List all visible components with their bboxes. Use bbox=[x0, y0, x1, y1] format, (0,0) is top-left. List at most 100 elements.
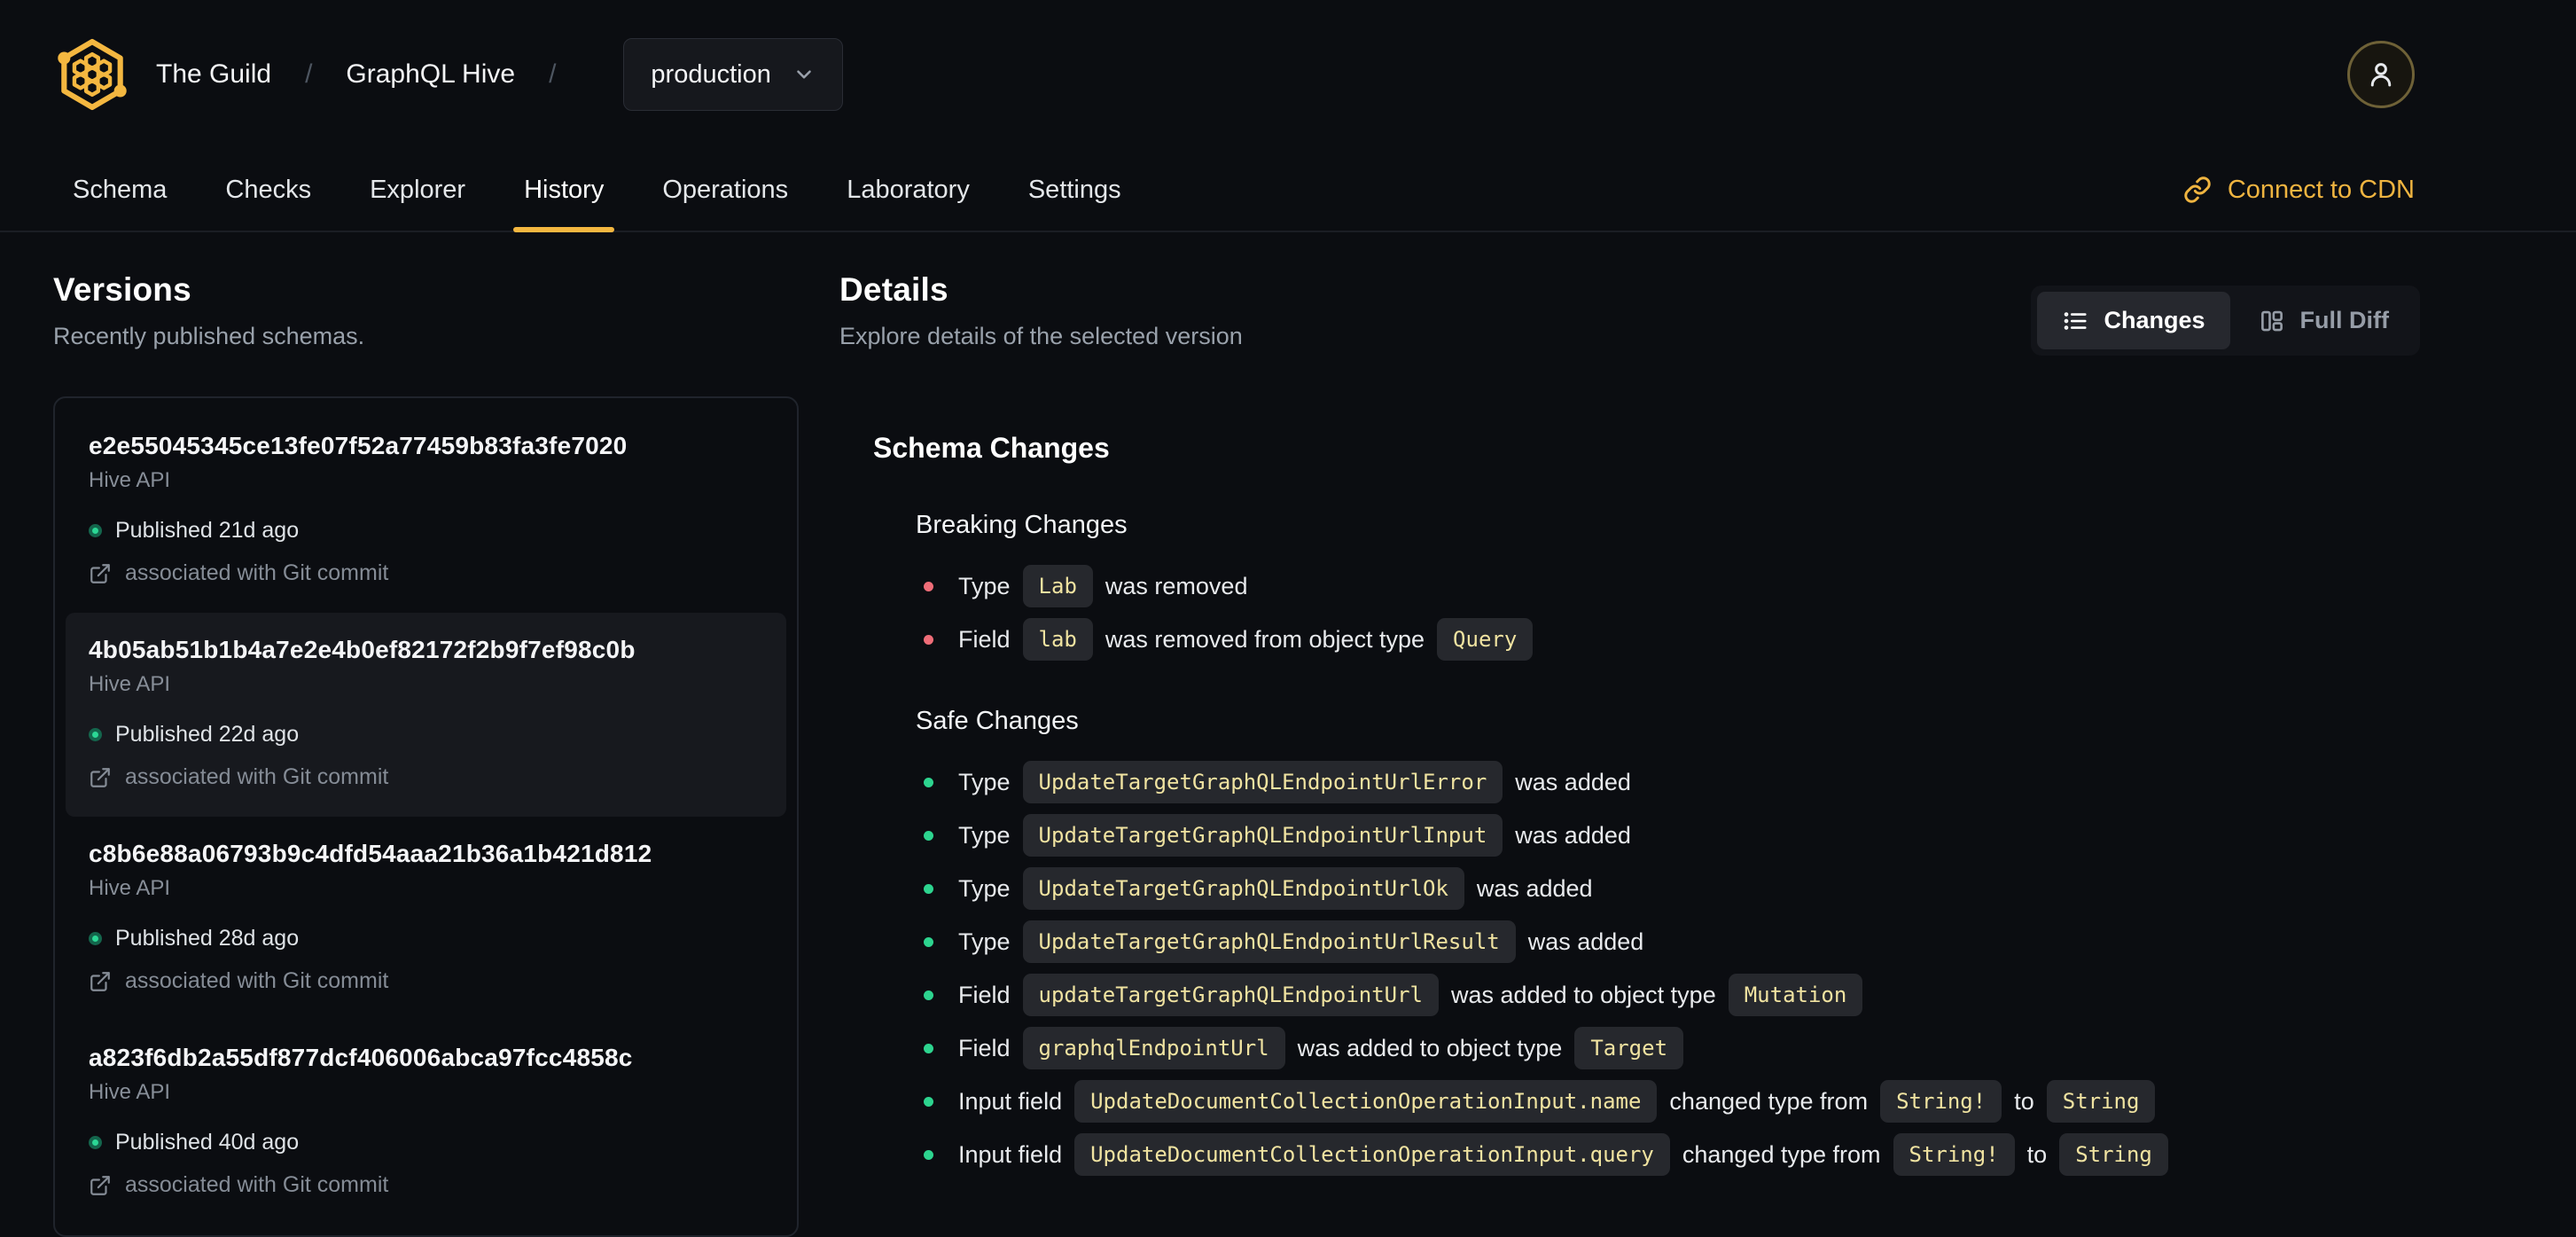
external-link-icon bbox=[90, 767, 110, 787]
published-status-label: Published 21d ago bbox=[115, 518, 300, 543]
git-commit-link[interactable]: associated with Git commit bbox=[89, 1172, 763, 1198]
version-card[interactable]: 4b05ab51b1b4a7e2e4b0ef82172f2b9f7ef98c0b… bbox=[66, 613, 786, 817]
breadcrumb-separator: / bbox=[549, 59, 557, 89]
main-tabs: Schema Checks Explorer History Operations Lab… bbox=[50, 149, 1157, 232]
changes-view-button[interactable]: Changes bbox=[2037, 292, 2230, 349]
connect-cdn-label: Connect to CDN bbox=[2227, 175, 2415, 204]
version-card[interactable]: c8b6e88a06793b9c4dfd54aaa21b36a1b421d812… bbox=[66, 817, 786, 1021]
tab-checks[interactable]: Checks bbox=[202, 149, 334, 231]
details-header: Details Explore details of the selected … bbox=[839, 271, 2420, 356]
code-chip: graphqlEndpointUrl bbox=[1022, 1027, 1285, 1069]
change-list: Type Lab was removed Field lab was removed fr… bbox=[916, 565, 2420, 661]
published-status-dot bbox=[89, 728, 102, 741]
code-chip: String bbox=[2059, 1133, 2168, 1176]
external-link-icon bbox=[90, 563, 110, 583]
details-subtitle: Explore details of the selected version bbox=[839, 323, 1243, 349]
tab-history[interactable]: History bbox=[501, 149, 627, 232]
tab-laboratory[interactable]: Laboratory bbox=[824, 149, 993, 231]
schema-changes-title: Schema Changes bbox=[873, 432, 1110, 464]
code-chip: Mutation bbox=[1728, 974, 1863, 1016]
schema-change-item: Type Lab was removed bbox=[916, 565, 2420, 607]
change-text: was added bbox=[1515, 768, 1631, 795]
safe-bullet-icon bbox=[924, 1149, 933, 1160]
schema-change-item: Type UpdateTargetGraphQLEndpointUrlResult… bbox=[916, 920, 2420, 963]
version-status: Published 28d ago bbox=[89, 926, 763, 951]
safe-bullet-icon bbox=[924, 990, 933, 1000]
hive-logo-icon[interactable] bbox=[53, 35, 131, 114]
breadcrumb-project-link[interactable]: GraphQL Hive bbox=[346, 59, 515, 90]
code-chip: UpdateTargetGraphQLEndpointUrlResult bbox=[1022, 920, 1516, 963]
code-chip: UpdateTargetGraphQLEndpointUrlError bbox=[1022, 761, 1503, 803]
versions-title: Versions bbox=[53, 271, 191, 308]
change-text: Type bbox=[958, 821, 1011, 849]
code-chip: updateTargetGraphQLEndpointUrl bbox=[1022, 974, 1440, 1016]
link-icon bbox=[2184, 176, 2211, 203]
change-group-breaking: Breaking Changes Type Lab was removed Field l… bbox=[916, 511, 2420, 661]
changes-view-label: Changes bbox=[2104, 307, 2205, 333]
target-selector[interactable]: production bbox=[623, 38, 843, 111]
change-text: was added to object type bbox=[1297, 1034, 1563, 1061]
code-chip: lab bbox=[1022, 618, 1093, 661]
published-status-label: Published 28d ago bbox=[115, 926, 300, 951]
details-title: Details bbox=[839, 271, 948, 308]
tab-settings[interactable]: Settings bbox=[1005, 149, 1144, 231]
version-card[interactable]: a823f6db2a55df877dcf406006abca97fcc4858c… bbox=[66, 1021, 786, 1225]
published-status-label: Published 22d ago bbox=[115, 722, 300, 747]
published-status-label: Published 40d ago bbox=[115, 1130, 300, 1155]
code-chip: String! bbox=[1880, 1080, 2002, 1123]
change-text: was added to object type bbox=[1451, 981, 1716, 1008]
external-link-icon bbox=[90, 1175, 110, 1195]
git-commit-label: associated with Git commit bbox=[125, 764, 389, 789]
version-hash: e2e55045345ce13fe07f52a77459b83fa3fe7020 bbox=[89, 432, 628, 459]
change-text: was removed bbox=[1105, 572, 1248, 599]
change-text: Field bbox=[958, 1034, 1011, 1061]
git-commit-link[interactable]: associated with Git commit bbox=[89, 764, 763, 790]
safe-bullet-icon bbox=[924, 936, 933, 947]
connect-cdn-link[interactable]: Connect to CDN bbox=[2183, 176, 2415, 205]
code-chip: String! bbox=[1893, 1133, 2015, 1176]
change-text: changed type from bbox=[1669, 1087, 1869, 1115]
tab-schema[interactable]: Schema bbox=[50, 149, 190, 231]
schema-change-groups: Breaking Changes Type Lab was removed Field l… bbox=[873, 511, 2420, 1176]
version-service: Hive API bbox=[89, 468, 171, 492]
version-status: Published 40d ago bbox=[89, 1130, 763, 1155]
git-commit-link[interactable]: associated with Git commit bbox=[89, 968, 763, 994]
header-nav-row: Schema Checks Explorer History Operations Lab… bbox=[50, 149, 2415, 232]
safe-bullet-icon bbox=[924, 1096, 933, 1107]
schema-change-item: Field updateTargetGraphQLEndpointUrl was a… bbox=[916, 974, 2420, 1016]
change-group-title: Breaking Changes bbox=[916, 511, 1128, 539]
git-commit-label: associated with Git commit bbox=[125, 968, 389, 993]
safe-bullet-icon bbox=[924, 1043, 933, 1053]
version-status: Published 21d ago bbox=[89, 518, 763, 544]
breaking-bullet-icon bbox=[924, 634, 933, 645]
full-diff-view-button[interactable]: Full Diff bbox=[2234, 292, 2414, 349]
breadcrumb-org-link[interactable]: The Guild bbox=[156, 59, 271, 90]
published-status-dot bbox=[89, 932, 102, 945]
change-text: was added bbox=[1476, 874, 1593, 902]
safe-bullet-icon bbox=[924, 777, 933, 787]
git-commit-link[interactable]: associated with Git commit bbox=[89, 560, 763, 586]
version-hash: 4b05ab51b1b4a7e2e4b0ef82172f2b9f7ef98c0b bbox=[89, 636, 636, 663]
code-chip: UpdateTargetGraphQLEndpointUrlInput bbox=[1022, 814, 1503, 857]
tab-operations[interactable]: Operations bbox=[639, 149, 811, 231]
change-text: Type bbox=[958, 874, 1011, 902]
change-list: Type UpdateTargetGraphQLEndpointUrlError w… bbox=[916, 761, 2420, 1176]
schema-change-item: Type UpdateTargetGraphQLEndpointUrlError w… bbox=[916, 761, 2420, 803]
change-text: to bbox=[2026, 1140, 2048, 1168]
main-content: Versions Recently published schemas. e2e… bbox=[0, 232, 2576, 1237]
app-header: The Guild / GraphQL Hive / production Sc… bbox=[0, 0, 2576, 232]
change-text: Input field bbox=[958, 1140, 1063, 1168]
schema-change-item: Field graphqlEndpointUrl was added to obje… bbox=[916, 1027, 2420, 1069]
versions-panel: Versions Recently published schemas. e2e… bbox=[53, 232, 799, 1237]
breaking-bullet-icon bbox=[924, 581, 933, 591]
version-service: Hive API bbox=[89, 876, 171, 900]
git-commit-label: associated with Git commit bbox=[125, 1172, 389, 1197]
version-hash: c8b6e88a06793b9c4dfd54aaa21b36a1b421d812 bbox=[89, 840, 652, 867]
schema-change-item: Type UpdateTargetGraphQLEndpointUrlOk was … bbox=[916, 867, 2420, 910]
tab-explorer[interactable]: Explorer bbox=[347, 149, 488, 231]
target-selector-value: production bbox=[651, 59, 771, 89]
version-card[interactable]: e2e55045345ce13fe07f52a77459b83fa3fe7020… bbox=[66, 409, 786, 613]
git-commit-label: associated with Git commit bbox=[125, 560, 389, 585]
change-text: Type bbox=[958, 572, 1011, 599]
user-avatar[interactable] bbox=[2347, 41, 2415, 108]
